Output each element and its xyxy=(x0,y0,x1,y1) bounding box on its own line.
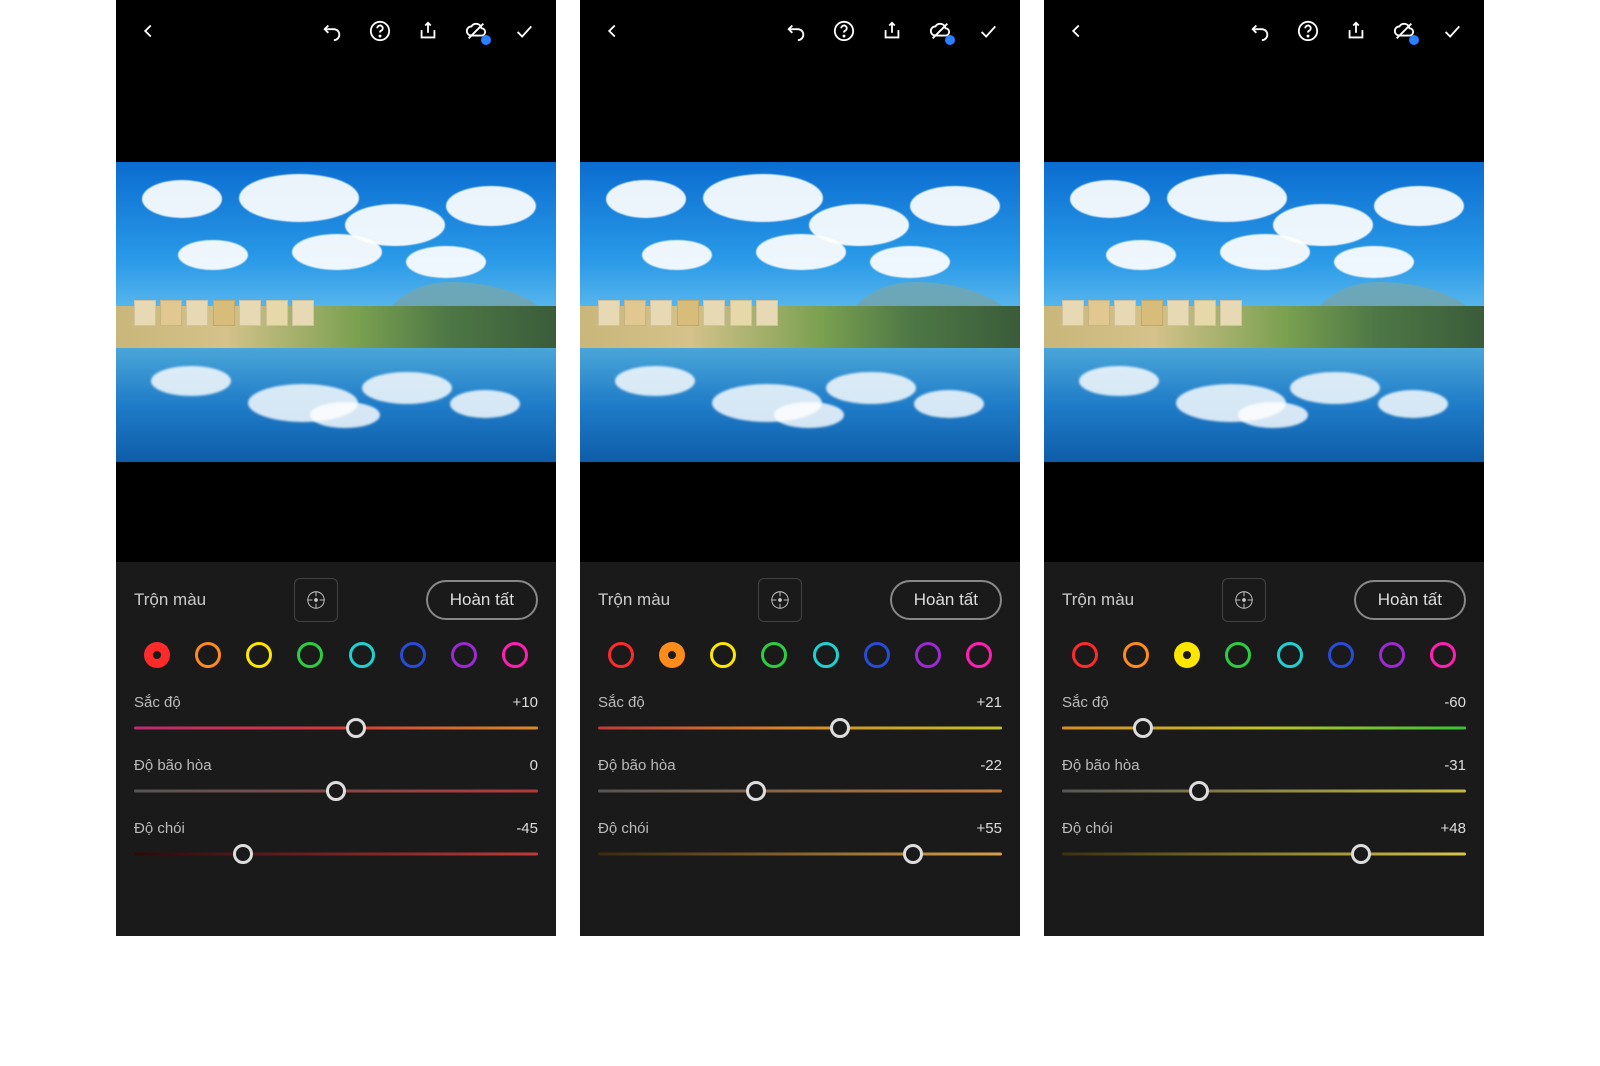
undo-icon[interactable] xyxy=(1248,19,1272,43)
slider-track[interactable] xyxy=(1062,719,1466,737)
slider-label: Độ chói xyxy=(1062,820,1113,837)
share-icon[interactable] xyxy=(1344,19,1368,43)
color-swatch-4[interactable] xyxy=(349,642,375,668)
color-swatch-7[interactable] xyxy=(966,642,992,668)
done-button[interactable]: Hoàn tất xyxy=(890,580,1002,620)
color-swatch-4[interactable] xyxy=(813,642,839,668)
phone-screen-2: Trộn màu Hoàn tất Sắc độ -60 Độ bão hòa … xyxy=(1044,0,1484,936)
color-swatch-7[interactable] xyxy=(502,642,528,668)
slider-label: Độ chói xyxy=(134,820,185,837)
slider-track[interactable] xyxy=(598,845,1002,863)
color-swatch-6[interactable] xyxy=(915,642,941,668)
cloud-sync-icon[interactable] xyxy=(464,19,488,43)
panel-title: Trộn màu xyxy=(1062,590,1134,610)
back-icon[interactable] xyxy=(136,19,160,43)
slider-value: -22 xyxy=(980,757,1002,774)
color-swatch-1[interactable] xyxy=(1123,642,1149,668)
color-picker-button[interactable] xyxy=(1222,578,1266,622)
slider-label: Độ bão hòa xyxy=(598,757,676,774)
confirm-icon[interactable] xyxy=(1440,19,1464,43)
slider-track[interactable] xyxy=(598,719,1002,737)
undo-icon[interactable] xyxy=(320,19,344,43)
slider-track[interactable] xyxy=(598,782,1002,800)
color-swatch-2[interactable] xyxy=(246,642,272,668)
share-icon[interactable] xyxy=(416,19,440,43)
image-preview xyxy=(1044,62,1484,562)
cloud-sync-icon[interactable] xyxy=(1392,19,1416,43)
back-icon[interactable] xyxy=(1064,19,1088,43)
help-icon[interactable] xyxy=(368,19,392,43)
color-swatch-4[interactable] xyxy=(1277,642,1303,668)
color-swatch-7[interactable] xyxy=(1430,642,1456,668)
share-icon[interactable] xyxy=(880,19,904,43)
color-swatch-5[interactable] xyxy=(1328,642,1354,668)
slider-track[interactable] xyxy=(1062,845,1466,863)
slider-label: Sắc độ xyxy=(598,694,645,711)
back-icon[interactable] xyxy=(600,19,624,43)
color-swatch-0[interactable] xyxy=(144,642,170,668)
color-swatch-6[interactable] xyxy=(451,642,477,668)
color-swatch-1[interactable] xyxy=(195,642,221,668)
color-swatch-5[interactable] xyxy=(864,642,890,668)
color-mix-panel: Trộn màu Hoàn tất Sắc độ +10 Độ bão hòa … xyxy=(116,562,556,936)
color-swatch-2[interactable] xyxy=(710,642,736,668)
panel-title: Trộn màu xyxy=(598,590,670,610)
undo-icon[interactable] xyxy=(784,19,808,43)
panel-title: Trộn màu xyxy=(134,590,206,610)
slider-track[interactable] xyxy=(134,845,538,863)
color-swatch-1[interactable] xyxy=(659,642,685,668)
phone-screen-1: Trộn màu Hoàn tất Sắc độ +21 Độ bão hòa … xyxy=(580,0,1020,936)
color-swatch-row xyxy=(1062,636,1466,674)
color-swatch-row xyxy=(134,636,538,674)
slider-label: Độ bão hòa xyxy=(1062,757,1140,774)
slider-track[interactable] xyxy=(1062,782,1466,800)
slider-value: +48 xyxy=(1441,820,1466,837)
slider-value: 0 xyxy=(530,757,538,774)
cloud-sync-icon[interactable] xyxy=(928,19,952,43)
color-swatch-row xyxy=(598,636,1002,674)
color-swatch-3[interactable] xyxy=(297,642,323,668)
color-swatch-3[interactable] xyxy=(1225,642,1251,668)
done-button[interactable]: Hoàn tất xyxy=(1354,580,1466,620)
color-swatch-3[interactable] xyxy=(761,642,787,668)
slider-label: Độ chói xyxy=(598,820,649,837)
phone-screen-0: Trộn màu Hoàn tất Sắc độ +10 Độ bão hòa … xyxy=(116,0,556,936)
slider-value: -45 xyxy=(516,820,538,837)
color-picker-button[interactable] xyxy=(294,578,338,622)
slider-value: +10 xyxy=(513,694,538,711)
color-mix-panel: Trộn màu Hoàn tất Sắc độ -60 Độ bão hòa … xyxy=(1044,562,1484,936)
slider-value: -60 xyxy=(1444,694,1466,711)
help-icon[interactable] xyxy=(1296,19,1320,43)
slider-label: Sắc độ xyxy=(1062,694,1109,711)
slider-label: Sắc độ xyxy=(134,694,181,711)
color-swatch-6[interactable] xyxy=(1379,642,1405,668)
color-swatch-0[interactable] xyxy=(608,642,634,668)
slider-value: +21 xyxy=(977,694,1002,711)
color-swatch-2[interactable] xyxy=(1174,642,1200,668)
image-preview xyxy=(116,62,556,562)
color-swatch-5[interactable] xyxy=(400,642,426,668)
image-preview xyxy=(580,62,1020,562)
color-mix-panel: Trộn màu Hoàn tất Sắc độ +21 Độ bão hòa … xyxy=(580,562,1020,936)
slider-label: Độ bão hòa xyxy=(134,757,212,774)
help-icon[interactable] xyxy=(832,19,856,43)
done-button[interactable]: Hoàn tất xyxy=(426,580,538,620)
confirm-icon[interactable] xyxy=(512,19,536,43)
color-picker-button[interactable] xyxy=(758,578,802,622)
color-swatch-0[interactable] xyxy=(1072,642,1098,668)
slider-value: -31 xyxy=(1444,757,1466,774)
slider-track[interactable] xyxy=(134,719,538,737)
slider-value: +55 xyxy=(977,820,1002,837)
confirm-icon[interactable] xyxy=(976,19,1000,43)
slider-track[interactable] xyxy=(134,782,538,800)
